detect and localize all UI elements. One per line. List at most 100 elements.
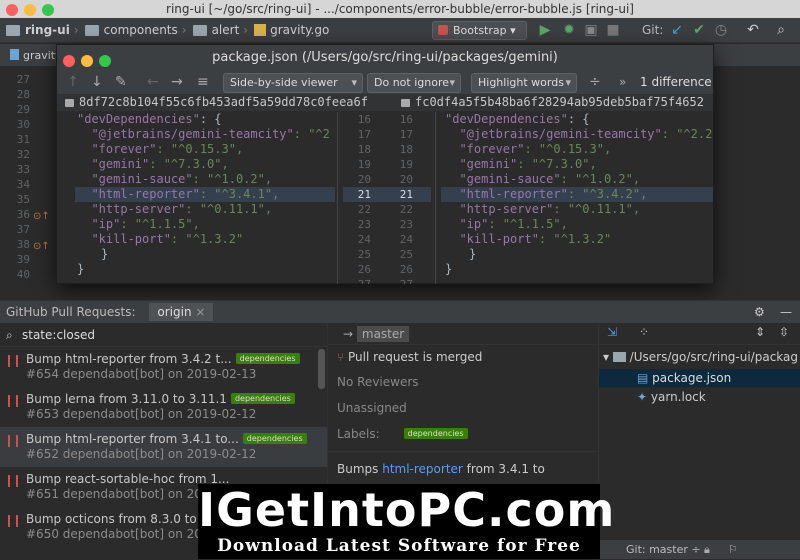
labels-label: Labels: [337,427,380,441]
collapse-all-icon[interactable]: ⇳ [779,325,789,339]
breadcrumb-file[interactable]: gravity.go [254,23,329,37]
tree-root[interactable]: ▾ /Users/go/src/ring-ui/packag [599,345,800,369]
code-line: "http-server": "^0.11.1", [445,202,641,216]
tab-origin[interactable]: origin × [149,303,214,321]
title-bar: ring-ui [~/go/src/ring-ui] - .../compone… [0,0,800,18]
line-number: 30 [16,118,30,131]
diff-line-number: 24 [399,233,413,246]
tree-file[interactable]: ▤ package.json [599,369,800,387]
diff-line-number: 20 [357,173,371,186]
left-pane[interactable]: "devDependencies": { "@jetbrains/gemini-… [77,112,341,277]
git-branch-widget[interactable]: Git: master ÷ [626,543,701,556]
close-diff-button[interactable] [63,55,75,67]
diff-line-number: 18 [357,143,371,156]
gear-icon[interactable]: ⚙ [754,301,765,323]
left-revision: 8df72c8b104f55c6fb453adf5a59dd78c0feea6f [65,95,368,109]
right-line-numbers: 16 17 18 19 20 21 22 23 24 25 2627 [383,112,413,284]
navigate-icon[interactable]: ⇲ [607,325,617,339]
git-commit-icon[interactable]: ✔ [690,22,708,38]
arrow-down-icon[interactable]: ↓ [91,74,103,90]
maximize-window-button[interactable] [42,4,54,16]
body-link[interactable]: html-reporter [382,462,463,476]
pr-list-item[interactable]: Bump lerna from 3.11.0 to 3.11.1 dependen… [0,387,327,427]
forward-icon[interactable]: → [171,74,183,90]
pr-label-badge: dependencies [230,393,295,404]
diff-window[interactable]: package.json (/Users/go/src/ring-ui/pack… [56,44,714,284]
maximize-diff-button[interactable] [99,55,111,67]
hide-icon[interactable]: — [780,301,792,323]
scrollbar[interactable] [318,349,325,389]
code-line: "kill-port": "^1.3.2" [445,232,612,246]
run-configuration-select[interactable]: Bootstrap ▾ [432,21,527,40]
watermark-tagline: Download Latest Software for Free [217,536,581,556]
merged-icon: ⑂ [337,350,345,364]
difference-count: 1 difference [640,75,712,89]
diff-line-number: 24 [357,233,371,246]
rollback-icon[interactable]: ↶ [744,22,762,38]
override-gutter-icon[interactable]: ⊙↑ [33,241,50,252]
diff-line-number: 25 [357,248,371,261]
lock-icon [65,98,74,107]
go-file-icon [254,24,267,36]
close-icon[interactable]: × [195,305,205,319]
line-number: 28 [16,88,30,101]
expand-all-icon[interactable]: ⇕ [755,325,765,339]
line-number: 36 [16,208,30,221]
breadcrumb-alert[interactable]: alert › [192,23,248,37]
code-line: "html-reporter": "^3.4.1", [77,187,280,201]
override-gutter-icon[interactable]: ⊙↑ [33,211,50,222]
pr-list-item[interactable]: Bump html-reporter from 3.4.1 to... depen… [0,427,327,467]
group-icon[interactable]: ⁘ [639,325,649,339]
diff-line-number: 19 [357,158,371,171]
notifications-icon[interactable]: ⚐ [728,540,738,559]
edit-icon[interactable]: ✎ [115,74,127,90]
pr-list-item[interactable]: Bump html-reporter from 3.4.2 t... depend… [0,347,327,387]
collapse-icon[interactable]: ÷ [589,74,601,90]
folder-icon [192,24,207,36]
stop-icon[interactable]: ■ [604,22,622,38]
git-label: Git: [642,23,664,37]
line-number: 37 [16,223,30,236]
line-number: 35 [16,193,30,206]
coverage-icon[interactable]: ▣ [582,22,600,38]
debug-icon[interactable]: ✹ [560,22,578,38]
diff-line-number: 25 [399,248,413,261]
diff-line-number: 21 [357,188,371,201]
pull-request-icon [8,355,18,367]
breadcrumb-project[interactable]: ring-ui › [6,23,79,37]
json-file-icon: ▤ [637,371,649,385]
changed-files-tree[interactable]: ⇲ ⁘ ⇕ ⇳ ▾ /Users/go/src/ring-ui/packag ▤… [598,323,800,560]
right-pane[interactable]: "devDependencies": { "@jetbrains/gemini-… [445,112,713,277]
more-icon[interactable]: » [619,75,626,89]
back-icon[interactable]: ← [147,74,159,90]
search-everywhere-icon[interactable]: ⌕ [772,22,790,38]
git-history-icon[interactable]: ◷ [712,22,730,38]
list-icon[interactable]: ≡ [197,74,209,90]
diff-content[interactable]: "devDependencies": { "@jetbrains/gemini-… [57,112,713,284]
pr-title: Bump lerna from 3.11.0 to 3.11.1 [26,392,227,406]
diff-line-number: 27 [383,277,413,284]
pr-search-field[interactable]: ⌕ state:closed [0,323,327,347]
minimize-window-button[interactable] [24,4,36,16]
arrow-up-icon[interactable]: ↑ [67,74,79,90]
breadcrumb-components[interactable]: components › [84,23,187,37]
diff-line-number: 16 [357,113,371,126]
lock-icon[interactable]: 🔒︎ [704,540,710,559]
whitespace-select[interactable]: Do not ignore [367,73,461,93]
code-line: "devDependencies": { [445,112,590,126]
diff-line-number: 23 [357,218,371,231]
git-update-icon[interactable]: ↙ [668,22,686,38]
line-number: 31 [16,133,30,146]
run-icon[interactable]: ▶ [536,22,554,38]
diff-line-number: 17 [399,128,413,141]
diff-title: package.json (/Users/go/src/ring-ui/pack… [212,50,558,65]
highlight-select[interactable]: Highlight words [471,73,577,93]
close-window-button[interactable] [6,4,18,16]
minimize-diff-button[interactable] [81,55,93,67]
code-line: "ip": "^1.1.5", [77,217,200,231]
left-line-numbers: 16 17 18 19 20 21 22 23 24 25 2627 [341,112,371,284]
pull-request-icon [8,475,18,487]
viewer-select[interactable]: Side-by-side viewer [223,73,363,93]
tree-file[interactable]: ✦ yarn.lock [599,387,800,406]
search-icon: ⌕ [6,328,13,342]
